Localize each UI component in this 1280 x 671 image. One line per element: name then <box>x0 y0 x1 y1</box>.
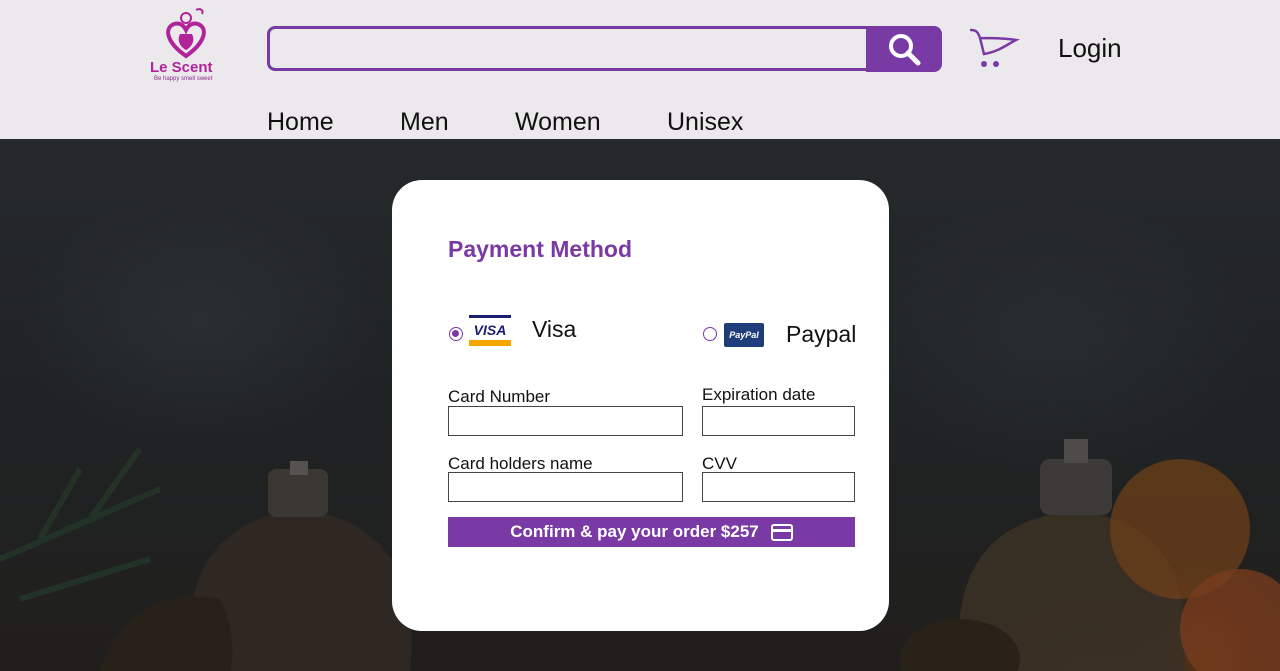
confirm-pay-label: Confirm & pay your order $257 <box>510 522 759 541</box>
payment-card: Payment Method VISA Visa PayPal Paypal C… <box>392 180 889 631</box>
brand-name: Le Scent <box>150 59 213 76</box>
card-number-input[interactable] <box>449 407 682 435</box>
confirm-pay-button[interactable]: Confirm & pay your order $257 <box>448 517 855 547</box>
search-input[interactable] <box>270 29 867 68</box>
cvv-field-wrap <box>702 472 855 502</box>
paypal-label[interactable]: Paypal <box>786 321 856 348</box>
login-link[interactable]: Login <box>1058 33 1122 64</box>
expiration-label: Expiration date <box>702 385 816 404</box>
card-number-field-wrap <box>448 406 683 436</box>
search-bar <box>267 26 867 71</box>
holder-name-label: Card holders name <box>448 454 593 473</box>
expiration-input[interactable] <box>703 407 854 435</box>
paypal-radio[interactable] <box>703 327 717 341</box>
visa-label[interactable]: Visa <box>532 316 576 343</box>
holder-name-field-wrap <box>448 472 683 502</box>
expiration-field-wrap <box>702 406 855 436</box>
site-header: Le Scent Be happy smell sweet Login Home… <box>0 0 1280 139</box>
nav-item-women[interactable]: Women <box>515 108 601 137</box>
visa-logo-icon: VISA <box>469 315 511 346</box>
credit-card-icon <box>770 523 793 541</box>
brand-tagline: Be happy smell sweet <box>154 76 213 82</box>
payment-title: Payment Method <box>448 236 633 262</box>
cvv-input[interactable] <box>703 473 854 501</box>
svg-text:PayPal: PayPal <box>729 330 759 340</box>
nav-item-unisex[interactable]: Unisex <box>667 108 743 137</box>
nav-item-home[interactable]: Home <box>267 108 334 137</box>
holder-name-input[interactable] <box>449 473 682 501</box>
visa-radio[interactable] <box>449 327 463 341</box>
nav-item-men[interactable]: Men <box>400 108 449 137</box>
card-number-label: Card Number <box>448 387 551 406</box>
search-icon <box>889 34 921 66</box>
cvv-label: CVV <box>702 454 737 473</box>
search-button[interactable] <box>866 26 942 72</box>
svg-text:VISA: VISA <box>474 322 507 338</box>
paypal-logo-icon: PayPal <box>724 323 764 347</box>
cart-icon[interactable] <box>968 26 1020 70</box>
